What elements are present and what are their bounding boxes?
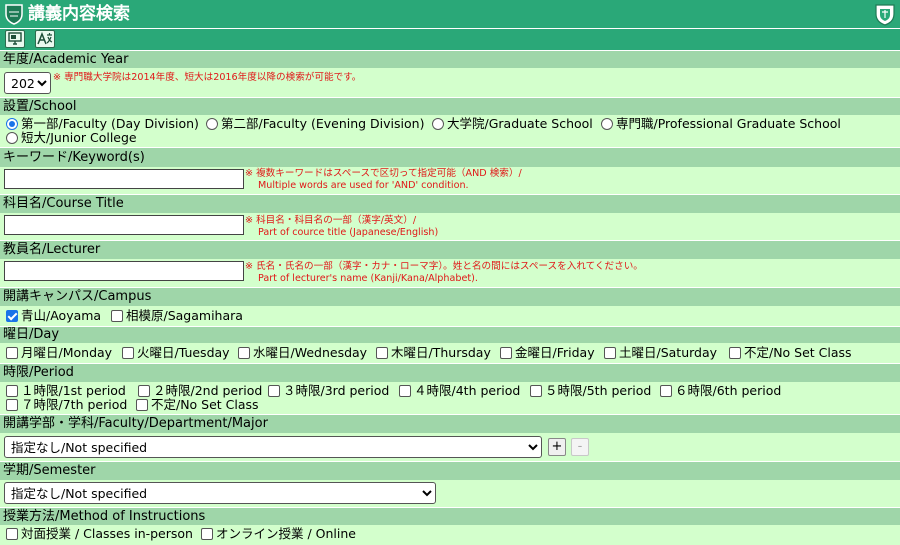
day-option-no-set-class[interactable]: 不定/No Set Class bbox=[729, 346, 852, 360]
course-title-note-jp: ※ 科目名・科目名の一部（漢字/英文）/ bbox=[245, 215, 417, 226]
period-option-no-set-class[interactable]: 不定/No Set Class bbox=[136, 398, 259, 412]
school-option-junior-college[interactable]: 短大/Junior College bbox=[6, 131, 137, 145]
checkbox-checked[interactable] bbox=[6, 310, 18, 322]
text-language-icon bbox=[37, 32, 53, 45]
display-toggle-button[interactable] bbox=[5, 30, 25, 48]
period-section: １時限/1st period ２時限/2nd period ３時限/3rd pe… bbox=[0, 382, 900, 414]
campus-label: 開講キャンパス/Campus bbox=[0, 287, 900, 306]
faculty-label: 開講学部・学科/Faculty/Department/Major bbox=[0, 414, 900, 433]
period-label: 時限/Period bbox=[0, 363, 900, 382]
academic-year-section: 2022 ※ 専門職大学院は2014年度、短大は2016年度以降の検索が可能です… bbox=[0, 68, 900, 97]
period-option-5[interactable]: ５時限/5th period bbox=[530, 384, 651, 398]
lecturer-note-en: Part of lecturer's name (Kanji/Kana/Alph… bbox=[258, 273, 478, 284]
checkbox[interactable] bbox=[201, 528, 213, 540]
display-monitor-icon bbox=[8, 32, 22, 45]
checkbox[interactable] bbox=[399, 385, 411, 397]
semester-select[interactable]: 指定なし/Not specified bbox=[4, 482, 436, 504]
academic-year-select[interactable]: 2022 bbox=[4, 72, 51, 94]
title-bar: 講義内容検索 bbox=[0, 0, 900, 28]
checkbox[interactable] bbox=[122, 347, 134, 359]
checkbox[interactable] bbox=[729, 347, 741, 359]
toolbar bbox=[0, 28, 900, 50]
method-option-online[interactable]: オンライン授業 / Online bbox=[201, 527, 356, 541]
university-crest-icon bbox=[875, 4, 895, 26]
day-option-friday[interactable]: 金曜日/Friday bbox=[500, 346, 595, 360]
lecturer-input[interactable] bbox=[4, 261, 244, 281]
checkbox[interactable] bbox=[111, 310, 123, 322]
keyword-section: ※ 複数キーワードはスペースで区切って指定可能（AND 検索）/ Multipl… bbox=[0, 167, 900, 194]
checkbox[interactable] bbox=[530, 385, 542, 397]
day-option-thursday[interactable]: 木曜日/Thursday bbox=[376, 346, 491, 360]
checkbox[interactable] bbox=[6, 385, 18, 397]
period-option-6[interactable]: ６時限/6th period bbox=[660, 384, 781, 398]
academic-year-label: 年度/Academic Year bbox=[0, 50, 900, 68]
keyword-label: キーワード/Keyword(s) bbox=[0, 147, 900, 167]
keyword-input[interactable] bbox=[4, 169, 244, 189]
school-option-day[interactable]: 第一部/Faculty (Day Division) bbox=[6, 117, 199, 131]
period-option-2[interactable]: ２時限/2nd period bbox=[138, 384, 262, 398]
radio[interactable] bbox=[206, 118, 218, 130]
period-option-1[interactable]: １時限/1st period bbox=[6, 384, 126, 398]
course-title-input[interactable] bbox=[4, 215, 244, 235]
academic-year-note: ※ 専門職大学院は2014年度、短大は2016年度以降の検索が可能です。 bbox=[53, 72, 362, 83]
method-option-in-person[interactable]: 対面授業 / Classes in-person bbox=[6, 527, 193, 541]
course-title-note-en: Part of cource title (Japanese/English) bbox=[258, 227, 439, 238]
keyword-note-en: Multiple words are used for 'AND' condit… bbox=[258, 180, 469, 191]
day-option-wednesday[interactable]: 水曜日/Wednesday bbox=[238, 346, 367, 360]
course-title-label: 科目名/Course Title bbox=[0, 194, 900, 213]
school-option-graduate[interactable]: 大学院/Graduate School bbox=[432, 117, 593, 131]
period-option-7[interactable]: ７時限/7th period bbox=[6, 398, 127, 412]
checkbox[interactable] bbox=[6, 399, 18, 411]
lecturer-section: ※ 氏名・氏名の一部（漢字・カナ・ローマ字）。姓と名の間にはスペースを入れてくだ… bbox=[0, 259, 900, 287]
remove-faculty-button[interactable]: - bbox=[571, 438, 589, 456]
checkbox[interactable] bbox=[6, 528, 18, 540]
checkbox[interactable] bbox=[136, 399, 148, 411]
day-option-saturday[interactable]: 土曜日/Saturday bbox=[604, 346, 717, 360]
campus-section: 青山/Aoyama 相模原/Sagamihara bbox=[0, 306, 900, 326]
day-option-tuesday[interactable]: 火曜日/Tuesday bbox=[122, 346, 230, 360]
period-option-3[interactable]: ３時限/3rd period bbox=[268, 384, 389, 398]
course-title-section: ※ 科目名・科目名の一部（漢字/英文）/ Part of cource titl… bbox=[0, 213, 900, 240]
checkbox[interactable] bbox=[500, 347, 512, 359]
period-option-4[interactable]: ４時限/4th period bbox=[399, 384, 520, 398]
radio[interactable] bbox=[432, 118, 444, 130]
checkbox[interactable] bbox=[238, 347, 250, 359]
add-faculty-button[interactable]: + bbox=[548, 438, 566, 456]
campus-option-sagamihara[interactable]: 相模原/Sagamihara bbox=[111, 309, 243, 323]
day-option-monday[interactable]: 月曜日/Monday bbox=[6, 346, 112, 360]
faculty-section: 指定なし/Not specified + - bbox=[0, 433, 900, 461]
school-option-professional[interactable]: 専門職/Professional Graduate School bbox=[601, 117, 841, 131]
semester-section: 指定なし/Not specified bbox=[0, 480, 900, 507]
checkbox[interactable] bbox=[138, 385, 150, 397]
school-option-evening[interactable]: 第二部/Faculty (Evening Division) bbox=[206, 117, 424, 131]
school-section: 第一部/Faculty (Day Division) 第二部/Faculty (… bbox=[0, 115, 900, 147]
university-shield-icon bbox=[5, 4, 23, 25]
keyword-note-jp: ※ 複数キーワードはスペースで区切って指定可能（AND 検索）/ bbox=[245, 168, 522, 179]
page-title: 講義内容検索 bbox=[28, 4, 130, 24]
semester-label: 学期/Semester bbox=[0, 461, 900, 480]
checkbox[interactable] bbox=[268, 385, 280, 397]
day-label: 曜日/Day bbox=[0, 326, 900, 343]
method-label: 授業方法/Method of Instructions bbox=[0, 507, 900, 525]
checkbox[interactable] bbox=[6, 347, 18, 359]
faculty-select[interactable]: 指定なし/Not specified bbox=[4, 436, 542, 458]
school-label: 設置/School bbox=[0, 97, 900, 115]
checkbox[interactable] bbox=[376, 347, 388, 359]
radio-selected[interactable] bbox=[6, 118, 18, 130]
day-section: 月曜日/Monday 火曜日/Tuesday 水曜日/Wednesday 木曜日… bbox=[0, 343, 900, 363]
lecturer-note-jp: ※ 氏名・氏名の一部（漢字・カナ・ローマ字）。姓と名の間にはスペースを入れてくだ… bbox=[245, 261, 643, 272]
method-section: 対面授業 / Classes in-person オンライン授業 / Onlin… bbox=[0, 525, 900, 545]
campus-option-aoyama[interactable]: 青山/Aoyama bbox=[6, 309, 101, 323]
language-toggle-button[interactable] bbox=[35, 30, 55, 48]
radio[interactable] bbox=[601, 118, 613, 130]
checkbox[interactable] bbox=[604, 347, 616, 359]
checkbox[interactable] bbox=[660, 385, 672, 397]
lecturer-label: 教員名/Lecturer bbox=[0, 240, 900, 259]
radio[interactable] bbox=[6, 132, 18, 144]
